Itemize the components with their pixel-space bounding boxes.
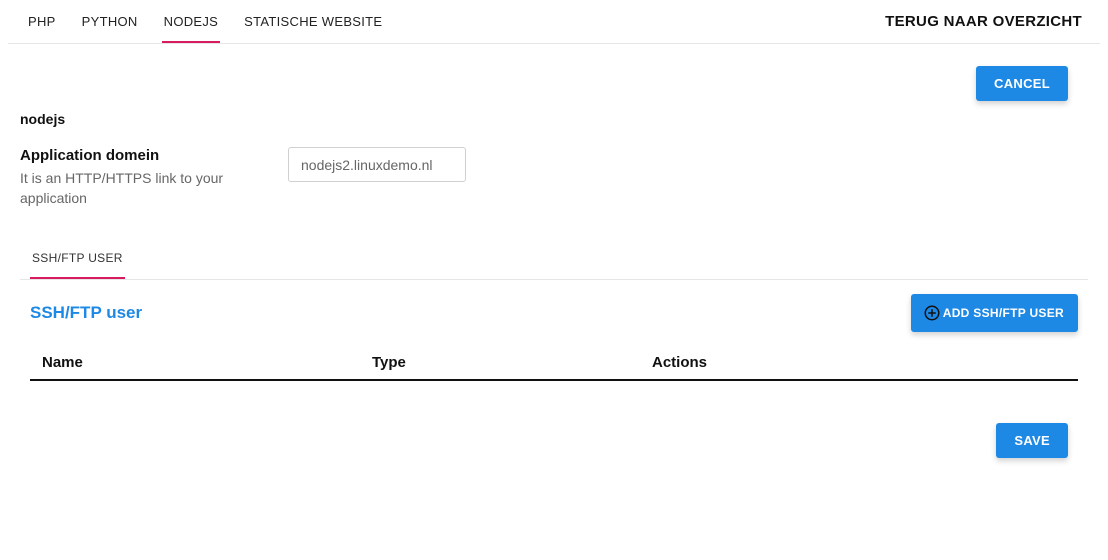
tab-nodejs[interactable]: NODEJS bbox=[162, 0, 221, 43]
save-button[interactable]: SAVE bbox=[996, 423, 1068, 458]
cancel-row: CANCEL bbox=[0, 44, 1108, 111]
field-hint: It is an HTTP/HTTPS link to your applica… bbox=[20, 168, 270, 209]
tab-python[interactable]: PYTHON bbox=[80, 0, 140, 43]
application-domain-field: Application domein It is an HTTP/HTTPS l… bbox=[20, 147, 1088, 209]
application-domain-input[interactable] bbox=[288, 147, 466, 182]
column-name: Name bbox=[42, 354, 372, 371]
top-bar: PHP PYTHON NODEJS STATISCHE WEBSITE TERU… bbox=[8, 0, 1100, 44]
user-section-row: SSH/FTP user ADD SSH/FTP USER bbox=[20, 280, 1088, 340]
field-labels: Application domein It is an HTTP/HTTPS l… bbox=[20, 147, 270, 209]
tab-php[interactable]: PHP bbox=[26, 0, 58, 43]
cancel-button[interactable]: CANCEL bbox=[976, 66, 1068, 101]
save-row: SAVE bbox=[0, 381, 1108, 468]
field-label: Application domein bbox=[20, 147, 270, 164]
back-to-overview-link[interactable]: TERUG NAAR OVERZICHT bbox=[885, 13, 1082, 30]
column-type: Type bbox=[372, 354, 652, 371]
column-actions: Actions bbox=[652, 354, 1066, 371]
top-tabs: PHP PYTHON NODEJS STATISCHE WEBSITE bbox=[26, 0, 384, 43]
add-ssh-ftp-user-button[interactable]: ADD SSH/FTP USER bbox=[911, 294, 1078, 332]
content: nodejs Application domein It is an HTTP/… bbox=[0, 111, 1108, 381]
sub-tabs: SSH/FTP USER bbox=[20, 239, 1088, 280]
tab-ssh-ftp-user[interactable]: SSH/FTP USER bbox=[30, 239, 125, 279]
tab-static-website[interactable]: STATISCHE WEBSITE bbox=[242, 0, 384, 43]
plus-circle-icon bbox=[923, 304, 941, 322]
add-button-label: ADD SSH/FTP USER bbox=[943, 306, 1064, 320]
users-table-header: Name Type Actions bbox=[30, 344, 1078, 381]
section-title: nodejs bbox=[20, 111, 1088, 127]
ssh-ftp-user-heading: SSH/FTP user bbox=[30, 303, 142, 323]
